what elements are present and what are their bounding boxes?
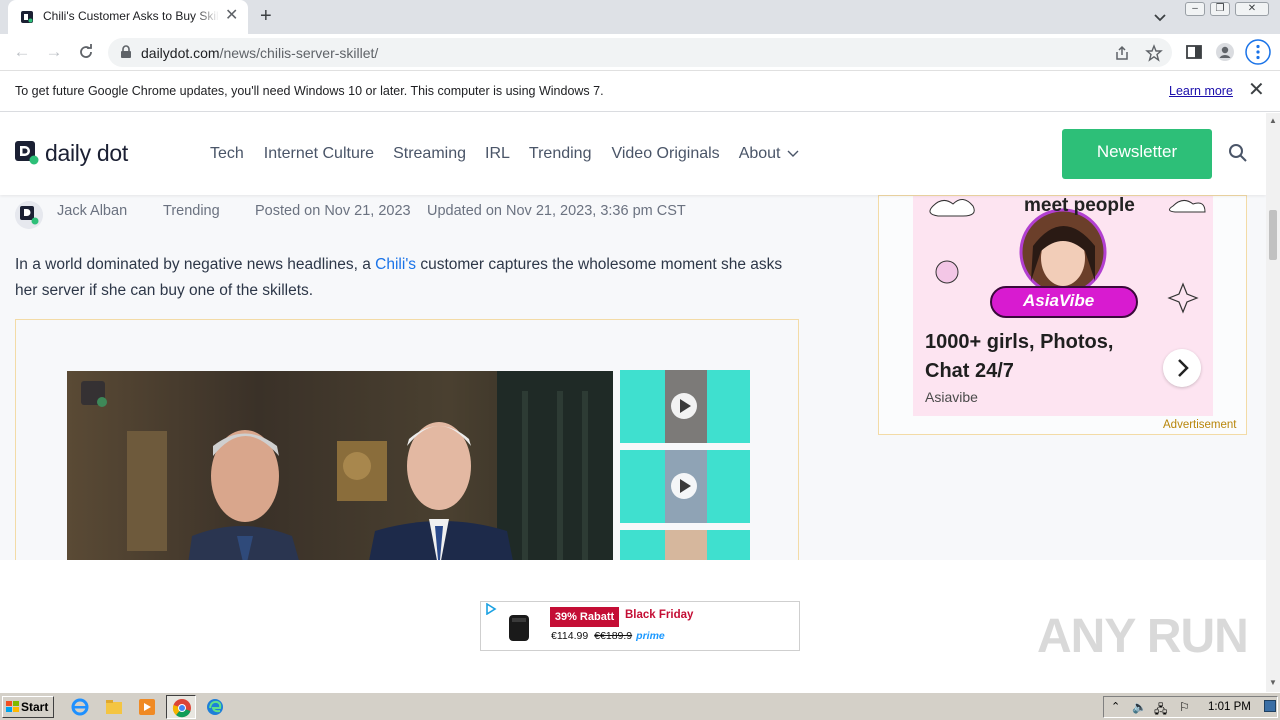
edge-icon[interactable] bbox=[205, 697, 225, 717]
windows-taskbar: Start ⌃ 🔈 🖧 ⚐ 1:01 PM bbox=[0, 692, 1280, 720]
author-avatar[interactable] bbox=[15, 201, 43, 229]
restore-button[interactable]: ❐ bbox=[1210, 2, 1230, 16]
article-category[interactable]: Trending bbox=[163, 203, 220, 219]
update-infobar: To get future Google Chrome updates, you… bbox=[0, 72, 1280, 112]
tab-search-icon[interactable] bbox=[1152, 9, 1168, 25]
chrome-menu-icon[interactable] bbox=[1245, 39, 1271, 65]
nav-trending[interactable]: Trending bbox=[529, 145, 592, 163]
thumbnail-image bbox=[620, 370, 750, 443]
video-thumbnail[interactable] bbox=[620, 450, 750, 523]
file-explorer-icon[interactable] bbox=[104, 697, 124, 717]
thumbnail-image bbox=[620, 450, 750, 523]
advertisement-label: Advertisement bbox=[1163, 419, 1237, 431]
adchoices-icon[interactable] bbox=[485, 603, 497, 615]
video-player[interactable] bbox=[67, 371, 613, 560]
network-icon[interactable]: 🖧 bbox=[1154, 700, 1167, 720]
dailydot-favicon-icon bbox=[21, 11, 33, 23]
infobar-close-icon[interactable]: ✕ bbox=[1248, 80, 1265, 100]
article-byline: Jack Alban Trending Posted on Nov 21, 20… bbox=[15, 201, 815, 229]
ad-arc-text: meet people bbox=[1024, 196, 1135, 216]
nav-irl[interactable]: IRL bbox=[485, 145, 510, 163]
ad-title: 1000+ girls, Photos, Chat 24/7 bbox=[925, 331, 1114, 382]
newsletter-button[interactable]: Newsletter bbox=[1062, 129, 1212, 179]
url-text[interactable]: dailydot.com/news/chilis-server-skillet/ bbox=[141, 45, 378, 61]
video-thumbnail[interactable] bbox=[620, 530, 750, 560]
nav-tech[interactable]: Tech bbox=[210, 145, 244, 163]
minimize-button[interactable]: – bbox=[1185, 2, 1205, 16]
updated-date: Updated on Nov 21, 2023, 3:36 pm CST bbox=[427, 203, 686, 219]
nav-about-label: About bbox=[738, 145, 781, 162]
posted-date: Posted on Nov 21, 2023 bbox=[255, 203, 411, 219]
ad-logo-text: AsiaVibe bbox=[1023, 291, 1095, 310]
start-label: Start bbox=[21, 700, 49, 714]
chilis-link[interactable]: Chili's bbox=[375, 256, 416, 273]
site-header: daily dot Tech Internet Culture Streamin… bbox=[0, 113, 1266, 195]
close-window-button[interactable]: ✕ bbox=[1235, 2, 1269, 16]
address-bar[interactable]: dailydot.com/news/chilis-server-skillet/ bbox=[108, 38, 1172, 67]
back-icon[interactable]: ← bbox=[12, 42, 32, 62]
forward-icon[interactable]: → bbox=[44, 42, 64, 62]
tab-close-icon[interactable]: ✕ bbox=[225, 8, 238, 24]
logo-wordmark: daily dot bbox=[45, 139, 128, 166]
scroll-down-icon[interactable]: ▼ bbox=[1269, 678, 1277, 687]
scroll-up-icon[interactable]: ▲ bbox=[1269, 116, 1277, 125]
nav-internet-culture[interactable]: Internet Culture bbox=[264, 145, 374, 163]
infobar-message: To get future Google Chrome updates, you… bbox=[15, 84, 604, 98]
bottom-ad-area: 39% Rabatt Black Friday €114.99 €€189.9 pr… bbox=[0, 560, 1266, 692]
show-desktop-icon[interactable] bbox=[1264, 700, 1276, 712]
tray-expand-icon[interactable]: ⌃ bbox=[1111, 700, 1120, 713]
taskbar-clock[interactable]: 1:01 PM bbox=[1208, 701, 1251, 713]
video-embed bbox=[15, 319, 799, 560]
volume-icon[interactable]: 🔈 bbox=[1132, 700, 1147, 714]
bookmark-star-icon[interactable] bbox=[1145, 44, 1163, 62]
ad-headline: Black Friday bbox=[625, 609, 694, 621]
media-player-icon[interactable] bbox=[137, 697, 157, 717]
chevron-down-icon bbox=[787, 150, 798, 157]
new-tab-icon[interactable]: + bbox=[260, 6, 272, 26]
price-line: €114.99 €€189.9 prime bbox=[551, 630, 665, 642]
tab-title: Chili's Customer Asks to Buy Skillet A bbox=[43, 9, 219, 23]
start-button[interactable]: Start bbox=[2, 696, 54, 718]
tab-strip: Chili's Customer Asks to Buy Skillet A ✕… bbox=[0, 0, 1280, 34]
nav-about[interactable]: About bbox=[739, 145, 799, 163]
product-image bbox=[509, 615, 529, 641]
share-icon[interactable] bbox=[1113, 44, 1131, 62]
side-panel-icon[interactable] bbox=[1184, 42, 1204, 62]
article-lede: In a world dominated by negative news he… bbox=[15, 256, 783, 299]
lock-icon[interactable] bbox=[120, 45, 132, 59]
page-viewport: daily dot Tech Internet Culture Streamin… bbox=[0, 113, 1266, 560]
profile-avatar-icon[interactable] bbox=[1215, 42, 1235, 62]
anyrun-watermark: ANY RUN bbox=[1037, 610, 1249, 663]
ad-brand: Asiavibe bbox=[925, 389, 978, 405]
system-tray: ⌃ 🔈 🖧 ⚐ bbox=[1103, 696, 1278, 718]
discount-badge: 39% Rabatt bbox=[550, 607, 619, 627]
dailydot-logo[interactable]: daily dot bbox=[15, 139, 128, 166]
sidebar-ad: meet people AsiaVibe 1000+ girls, Photos… bbox=[878, 195, 1247, 435]
chrome-icon bbox=[172, 699, 191, 718]
dailydot-logo-icon bbox=[15, 141, 39, 165]
video-frame bbox=[67, 371, 613, 560]
chrome-taskbar-button[interactable] bbox=[166, 695, 196, 719]
ad-creative[interactable]: meet people AsiaVibe 1000+ girls, Photos… bbox=[913, 196, 1213, 416]
author-name[interactable]: Jack Alban bbox=[57, 203, 127, 219]
action-center-icon[interactable]: ⚐ bbox=[1179, 700, 1190, 714]
nav-streaming[interactable]: Streaming bbox=[393, 145, 466, 163]
windows-flag-icon bbox=[6, 701, 19, 712]
banner-ad[interactable]: 39% Rabatt Black Friday €114.99 €€189.9 pr… bbox=[480, 601, 800, 651]
video-thumbnail[interactable] bbox=[620, 370, 750, 443]
internet-explorer-icon[interactable] bbox=[70, 697, 90, 717]
nav-video-originals[interactable]: Video Originals bbox=[611, 145, 719, 163]
thumbnail-image bbox=[620, 530, 750, 560]
chevron-right-icon[interactable] bbox=[1163, 349, 1201, 387]
browser-tab[interactable]: Chili's Customer Asks to Buy Skillet A ✕ bbox=[8, 0, 248, 34]
browser-toolbar: ← → dailydot.com/news/chilis-server-skil… bbox=[0, 34, 1280, 71]
search-icon[interactable] bbox=[1228, 143, 1248, 163]
scrollbar-thumb[interactable] bbox=[1269, 210, 1277, 260]
reload-icon[interactable] bbox=[76, 42, 96, 62]
page-scrollbar[interactable]: ▲ ▼ bbox=[1266, 113, 1280, 692]
main-nav: Tech Internet Culture Streaming IRL Tren… bbox=[210, 145, 799, 163]
learn-more-link[interactable]: Learn more bbox=[1169, 84, 1233, 98]
